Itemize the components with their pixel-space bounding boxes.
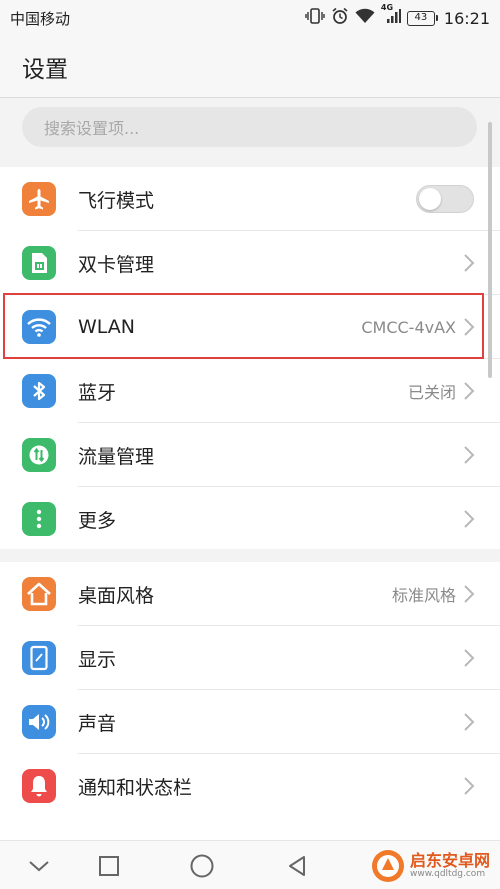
wifi-status-icon (355, 8, 375, 28)
settings-row-more[interactable]: 更多 (0, 487, 500, 551)
alarm-icon (331, 7, 349, 29)
bluetooth-icon (22, 374, 56, 408)
search-input[interactable]: 搜索设置项... (22, 107, 477, 147)
settings-row-label: 声音 (78, 712, 117, 735)
data-traffic-icon (22, 438, 56, 472)
back-triangle-icon[interactable] (284, 853, 310, 879)
chevron-right-icon (464, 777, 475, 795)
chevron-down-icon[interactable] (26, 853, 52, 879)
settings-row-airplane-mode[interactable]: 飞行模式 (0, 167, 500, 231)
wifi-icon (22, 310, 56, 344)
settings-row-label: 通知和状态栏 (78, 776, 193, 799)
settings-row-value: 已关闭 (407, 383, 456, 402)
signal-icon: 4G (381, 3, 401, 28)
settings-row-label: 流量管理 (78, 445, 155, 468)
settings-row-notifications[interactable]: 通知和状态栏 (0, 754, 500, 818)
carrier-name: 中国移动 (10, 9, 71, 28)
more-icon (22, 502, 56, 536)
watermark-title: 启东安卓网 (410, 850, 491, 870)
settings-row-data-traffic[interactable]: 流量管理 (0, 423, 500, 487)
network-type-label: 4G (380, 3, 394, 12)
settings-group-personalization: 桌面风格 标准风格 显示 声音 通知和状态栏 (0, 562, 500, 840)
airplane-icon (22, 182, 56, 216)
settings-row-sound[interactable]: 声音 (0, 690, 500, 754)
sound-icon (22, 705, 56, 739)
chevron-right-icon (464, 510, 475, 528)
settings-row-label: 双卡管理 (78, 253, 155, 276)
battery-level: 43 (406, 10, 435, 26)
settings-row-wlan[interactable]: WLAN CMCC-4vAX (0, 295, 500, 359)
chevron-right-icon (464, 318, 475, 336)
settings-row-desktop-style[interactable]: 桌面风格 标准风格 (0, 562, 500, 626)
vibrate-icon (305, 8, 325, 28)
recent-apps-icon[interactable] (96, 853, 122, 879)
display-icon (22, 641, 56, 675)
settings-row-label: WLAN (78, 316, 136, 338)
settings-row-value: 标准风格 (391, 586, 456, 605)
status-icons: 4G 43 16:21 (305, 3, 490, 29)
airplane-mode-toggle[interactable] (416, 185, 474, 213)
settings-row-bluetooth[interactable]: 蓝牙 已关闭 (0, 359, 500, 423)
battery-indicator: 43 (406, 10, 438, 26)
home-circle-icon[interactable] (189, 853, 215, 879)
settings-row-display[interactable]: 显示 (0, 626, 500, 690)
chevron-right-icon (464, 713, 475, 731)
settings-row-label: 飞行模式 (78, 189, 155, 212)
search-placeholder: 搜索设置项... (44, 119, 140, 138)
search-area: 搜索设置项... (0, 99, 500, 157)
home-icon (22, 577, 56, 611)
clock: 16:21 (443, 8, 490, 28)
settings-row-label: 桌面风格 (78, 584, 155, 607)
settings-row-dual-sim[interactable]: 双卡管理 (0, 231, 500, 295)
scrollbar[interactable] (488, 122, 492, 378)
settings-group-connectivity: 飞行模式 双卡管理 WLAN CMCC-4vAX 蓝牙 已关闭 流量管理 更多 (0, 167, 500, 549)
watermark: 启东安卓网 www.qdltdg.com (370, 846, 500, 886)
title-bar: 设置 (0, 36, 500, 98)
page-title: 设置 (22, 56, 68, 83)
status-bar: 中国移动 4G 43 16:21 (0, 0, 500, 36)
settings-row-value: CMCC-4vAX (361, 317, 456, 337)
settings-row-label: 更多 (78, 509, 117, 532)
notification-bell-icon (22, 769, 56, 803)
chevron-right-icon (464, 446, 475, 464)
watermark-url: www.qdltdg.com (410, 869, 486, 880)
chevron-right-icon (464, 585, 475, 603)
chevron-right-icon (464, 649, 475, 667)
settings-row-label: 蓝牙 (78, 381, 117, 404)
chevron-right-icon (464, 382, 475, 400)
settings-row-label: 显示 (78, 648, 117, 671)
chevron-right-icon (464, 254, 475, 272)
sim-card-icon (22, 246, 56, 280)
watermark-logo-icon (372, 850, 404, 882)
